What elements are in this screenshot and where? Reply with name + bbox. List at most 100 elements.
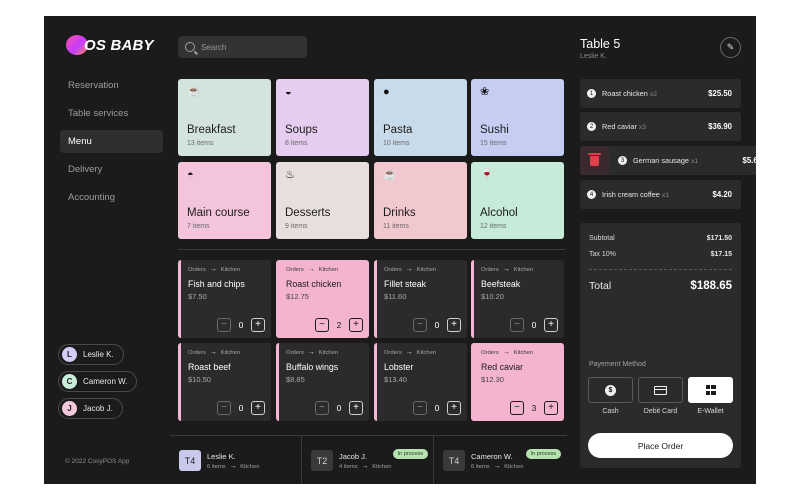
table-destination: Kitchen	[504, 463, 524, 470]
route-to: Kitchen	[416, 266, 437, 273]
category-count: 7 items	[187, 223, 210, 230]
route-to: Kitchen	[318, 349, 339, 356]
increment-button[interactable]: +	[447, 401, 461, 415]
debit-card-icon	[654, 385, 667, 395]
order-item-roast-chicken[interactable]: 1 Roast chicken x2 $25.50	[580, 79, 741, 108]
category-count: 9 items	[285, 223, 308, 230]
arrow-right-icon: →	[493, 463, 501, 470]
item-number: 4	[587, 190, 596, 199]
decrement-button[interactable]: −	[217, 318, 231, 332]
order-item-irish-cream-coffee[interactable]: 4 Irish cream coffee x1 $4.20	[580, 180, 741, 209]
nav-item-accounting[interactable]: Accounting	[60, 186, 163, 209]
nav-item-menu[interactable]: Menu	[60, 130, 163, 153]
route-from: Orders	[481, 349, 499, 356]
increment-button[interactable]: +	[447, 318, 461, 332]
increment-button[interactable]: +	[349, 318, 363, 332]
increment-button[interactable]: +	[349, 401, 363, 415]
decrement-button[interactable]: −	[315, 401, 329, 415]
decrement-button[interactable]: −	[413, 401, 427, 415]
table-card-jacob[interactable]: T2 Jacob J. 4 items → Kitchen In process	[302, 436, 434, 484]
decrement-button[interactable]: −	[510, 318, 524, 332]
decrement-button[interactable]: −	[413, 318, 427, 332]
total-value: $188.65	[690, 280, 732, 292]
nav-item-table-services[interactable]: Table services	[60, 102, 163, 125]
decrement-button[interactable]: −	[315, 318, 329, 332]
dish-price: $12.75	[286, 292, 309, 301]
nav-item-reservation[interactable]: Reservation	[60, 74, 163, 97]
decrement-button[interactable]: −	[510, 401, 524, 415]
dish-route: Orders → Kitchen	[384, 266, 436, 273]
dish-name: Roast chicken	[286, 279, 342, 289]
dish-card-lobster[interactable]: Orders → Kitchen Lobster $13.40−0 +	[374, 343, 467, 421]
table-code-badge: T4	[179, 450, 201, 471]
table-meta: 4 items → Kitchen	[339, 463, 392, 470]
category-tile-pasta[interactable]: ● Pasta 10 items	[374, 79, 467, 156]
category-count: 8 items	[285, 140, 308, 147]
dish-card-beefsteak[interactable]: Orders → Kitchen Beefsteak $10.20 −0 +	[471, 260, 564, 338]
delete-item-button[interactable]	[580, 146, 609, 175]
cash-coin-icon: $	[605, 384, 616, 396]
item-price: $36.90	[708, 122, 732, 131]
staff-name: Jacob J.	[83, 404, 113, 413]
staff-chip-jacob[interactable]: J Jacob J.	[58, 398, 123, 419]
status-badge: In process	[392, 449, 428, 459]
category-tile-sushi[interactable]: ❀ Sushi 15 items	[471, 79, 564, 156]
category-tile-desserts[interactable]: ♨ Desserts 9 items	[276, 162, 369, 239]
staff-chip-leslie[interactable]: L Leslie K.	[58, 344, 124, 365]
category-tile-breakfast[interactable]: ☕ Breakfast 13 items	[178, 79, 271, 156]
category-tile-alcohol[interactable]: 🍷 Alcohol 12 items	[471, 162, 564, 239]
increment-button[interactable]: +	[251, 318, 265, 332]
search-bar[interactable]	[178, 36, 307, 58]
increment-button[interactable]: +	[251, 401, 265, 415]
edit-order-button[interactable]: ✎	[720, 37, 741, 58]
item-name: Irish cream coffee	[602, 190, 660, 199]
dish-card-roast-beef[interactable]: Orders → Kitchen Roast beef $10.50 −0 +	[178, 343, 271, 421]
table-guest-name: Leslie K.	[207, 452, 236, 461]
increment-button[interactable]: +	[544, 318, 558, 332]
dish-card-fish-and-chips[interactable]: Orders → Kitchen Fish and chips $7.50 −0 +	[178, 260, 271, 338]
place-order-button[interactable]: Place Order	[588, 433, 733, 458]
nav-item-delivery[interactable]: Delivery	[60, 158, 163, 181]
payment-debit-card-button[interactable]	[638, 377, 683, 403]
cupcake-icon: ♨	[285, 169, 295, 181]
decrement-button[interactable]: −	[217, 401, 231, 415]
dish-name: Beefsteak	[481, 279, 521, 289]
cup-icon: ☕	[383, 169, 397, 181]
quantity-stepper: −0 +	[413, 401, 461, 415]
category-name: Alcohol	[480, 207, 518, 219]
table-code-badge: T2	[311, 450, 333, 471]
order-item-red-caviar[interactable]: 2 Red caviar x3 $36.90	[580, 112, 741, 141]
item-quantity: x2	[649, 91, 658, 98]
dish-price: $7.50	[188, 292, 207, 301]
item-name-wrap: German sausage x1	[633, 156, 698, 165]
payment-e-wallet-button[interactable]	[688, 377, 733, 403]
dish-card-roast-chicken[interactable]: Orders → Kitchen Roast chicken $12.75 −2 +	[276, 260, 369, 338]
increment-button[interactable]: +	[544, 401, 558, 415]
table-destination: Kitchen	[372, 463, 392, 470]
staff-chip-cameron[interactable]: C Cameron W.	[58, 371, 138, 392]
dish-price: $13.40	[384, 375, 407, 384]
category-tile-main-course[interactable]: ◓ Main course 7 items	[178, 162, 271, 239]
route-from: Orders	[286, 266, 304, 273]
item-name-wrap: Roast chicken x2	[602, 89, 657, 98]
search-input[interactable]	[201, 42, 301, 52]
route-to: Kitchen	[318, 266, 339, 273]
category-tile-drinks[interactable]: ☕ Drinks 11 items	[374, 162, 467, 239]
route-from: Orders	[286, 349, 304, 356]
table-item-count: 6 items	[471, 463, 490, 470]
dish-card-fillet-steak[interactable]: Orders → Kitchen Fillet steak $11.60 −0 +	[374, 260, 467, 338]
item-number: 3	[618, 156, 627, 165]
table-card-cameron[interactable]: T4 Cameron W. 6 items → Kitchen In process	[434, 436, 566, 484]
payment-cash-button[interactable]: $	[588, 377, 633, 403]
table-item-count: 6 items	[207, 463, 226, 470]
item-price: $4.20	[712, 190, 732, 199]
dish-card-red-caviar[interactable]: Orders → Kitchen Red caviar $12.30 −3 +	[471, 343, 564, 421]
dish-route: Orders → Kitchen	[286, 266, 338, 273]
category-tile-soups[interactable]: ◒ Soups 8 items	[276, 79, 369, 156]
table-card-leslie[interactable]: T4 Leslie K. 6 items → Kitchen	[170, 436, 302, 484]
order-item-german-sausage[interactable]: 3 German sausagex1 $5.60	[580, 146, 756, 175]
arrow-right-icon: →	[307, 266, 315, 273]
dish-card-buffalo-wings[interactable]: Orders → Kitchen Buffalo wings $8.85 −0 +	[276, 343, 369, 421]
route-from: Orders	[188, 349, 206, 356]
quantity-stepper: −0 +	[413, 318, 461, 332]
